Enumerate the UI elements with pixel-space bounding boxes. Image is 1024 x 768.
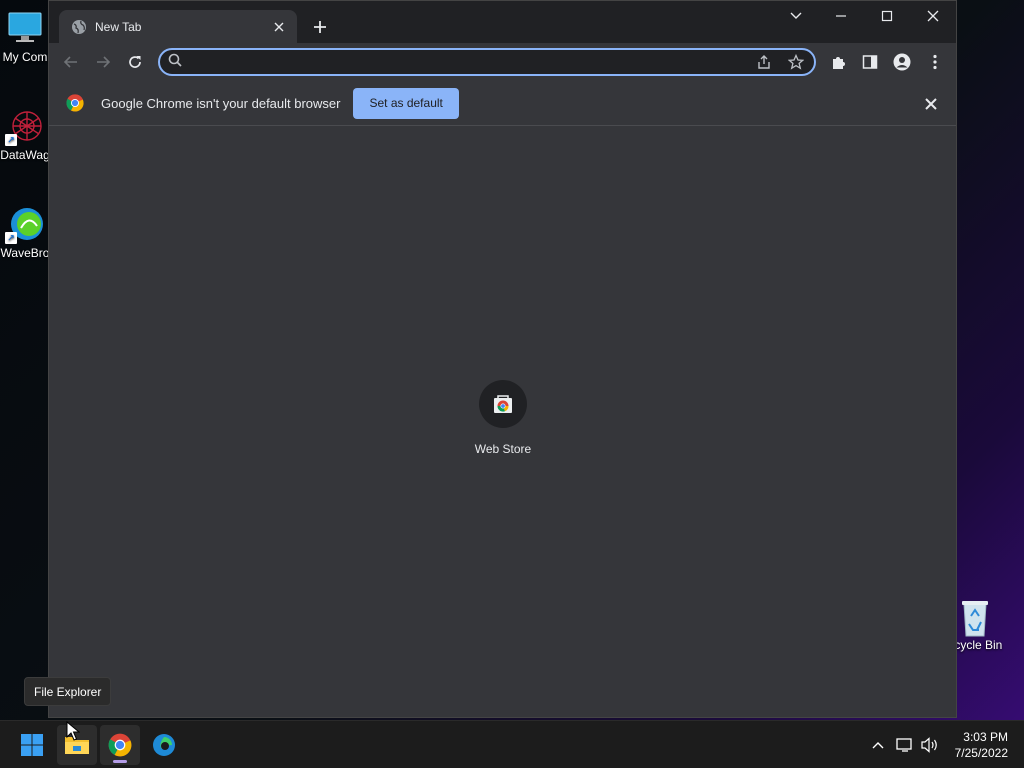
volume-icon[interactable]	[920, 735, 940, 755]
plus-icon	[314, 21, 326, 33]
close-window-button[interactable]	[922, 5, 944, 27]
tooltip: File Explorer	[24, 677, 112, 706]
puzzle-icon	[833, 57, 845, 69]
chevron-up-icon	[872, 742, 884, 749]
chevron-down-icon	[790, 12, 802, 19]
kebab-menu-icon	[933, 54, 937, 70]
tab-new-tab[interactable]: New Tab	[59, 10, 297, 43]
show-hidden-icons-button[interactable]	[868, 735, 888, 755]
profile-button[interactable]	[891, 51, 913, 73]
side-panel-icon	[862, 55, 878, 69]
mouse-cursor-icon	[66, 721, 80, 741]
minimize-button[interactable]	[830, 5, 852, 27]
tab-title: New Tab	[95, 19, 142, 34]
recycle-bin-icon	[957, 598, 993, 637]
chrome-window: New Tab Google Chrome isn't your default…	[48, 0, 957, 718]
maximize-button[interactable]	[876, 5, 898, 27]
windows-logo-icon	[21, 734, 43, 756]
shortcut-tile[interactable]	[479, 380, 527, 428]
infobar-message: Google Chrome isn't your default browser	[101, 95, 341, 111]
start-button[interactable]	[12, 725, 52, 765]
chrome-icon	[108, 733, 132, 757]
reload-button[interactable]	[124, 51, 146, 73]
arrow-right-icon	[97, 56, 111, 68]
clock-time: 3:03 PM	[963, 730, 1008, 744]
shortcut-arrow-icon: ↗	[5, 134, 17, 146]
set-as-default-button[interactable]: Set as default	[353, 87, 459, 119]
taskbar-chrome[interactable]	[100, 725, 140, 765]
web-store-icon	[494, 395, 512, 413]
globe-icon	[71, 19, 87, 35]
arrow-left-icon	[63, 56, 77, 68]
default-browser-infobar: Google Chrome isn't your default browser…	[49, 81, 956, 126]
taskbar-edge[interactable]	[144, 725, 184, 765]
taskbar: 3:03 PM 7/25/2022	[0, 720, 1024, 768]
wavebrowser-icon: ↗	[5, 206, 43, 244]
omnibox[interactable]	[158, 48, 816, 76]
shortcut-arrow-icon: ↗	[5, 232, 17, 244]
datawag-icon: ↗	[5, 108, 43, 146]
share-icon[interactable]	[754, 52, 774, 72]
extensions-button[interactable]	[828, 51, 850, 73]
side-panel-button[interactable]	[859, 51, 881, 73]
close-infobar-icon[interactable]	[922, 95, 940, 113]
tab-strip: New Tab	[49, 1, 956, 43]
menu-button[interactable]	[924, 51, 946, 73]
tab-search-button[interactable]	[785, 5, 807, 27]
forward-button[interactable]	[92, 51, 114, 73]
shortcut-label: Web Store	[474, 442, 532, 456]
new-tab-button[interactable]	[309, 16, 331, 38]
close-icon	[927, 10, 939, 22]
maximize-icon	[881, 10, 893, 22]
network-icon[interactable]	[895, 735, 915, 755]
avatar-icon	[893, 53, 911, 71]
bookmark-star-icon[interactable]	[786, 52, 806, 72]
chrome-logo-icon	[66, 94, 84, 112]
shortcut-web-store[interactable]: Web Store	[463, 380, 543, 456]
edge-icon	[153, 734, 175, 756]
clock-date: 7/25/2022	[954, 746, 1008, 760]
new-tab-page: Web Store	[49, 126, 956, 717]
close-tab-icon[interactable]	[271, 19, 287, 35]
monitor-icon	[7, 10, 43, 46]
toolbar	[49, 43, 956, 81]
address-input[interactable]	[190, 54, 742, 70]
system-clock[interactable]: 3:03 PM 7/25/2022	[955, 729, 1008, 761]
reload-icon	[129, 56, 141, 68]
minimize-icon	[836, 15, 846, 17]
active-indicator	[113, 760, 127, 763]
search-icon	[168, 53, 182, 72]
back-button[interactable]	[60, 51, 82, 73]
